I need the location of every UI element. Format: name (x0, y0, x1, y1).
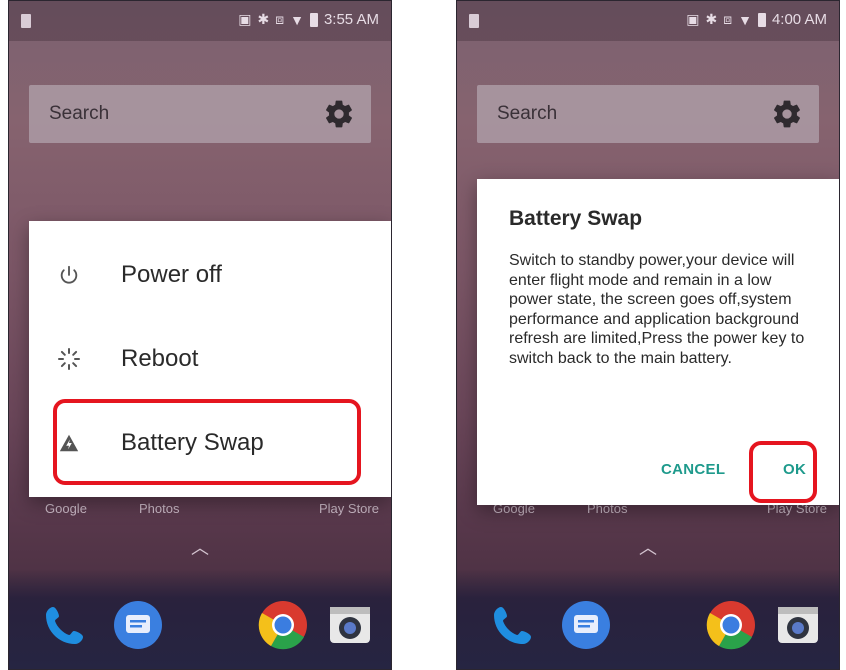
vibrate-icon: ⧈ (723, 11, 733, 27)
dialog-title: Battery Swap (509, 207, 643, 230)
highlight-box-ok (749, 441, 817, 503)
nfc-icon: ▣ (686, 11, 700, 27)
chevron-up-icon[interactable]: ︿ (639, 534, 657, 560)
chrome-app-icon[interactable] (257, 599, 309, 651)
reboot-icon (57, 347, 81, 371)
power-icon (57, 263, 81, 287)
phone-screen-right: ▣ ✱ ⧈ ▼ 4:00 AM Search Google Photos Pla… (456, 0, 840, 670)
status-icons: ▣ ✱ ⧈ ▼ 3:55 AM (238, 11, 379, 28)
phone-app-icon[interactable] (39, 599, 91, 651)
wifi-icon: ▼ (290, 11, 304, 28)
highlight-box-battery-swap (53, 399, 361, 485)
menu-item-power-off[interactable]: Power off (29, 233, 391, 317)
menu-item-label: Reboot (121, 345, 199, 372)
search-input[interactable]: Search (49, 103, 109, 125)
app-label-google[interactable]: Google (45, 501, 87, 516)
messages-app-icon[interactable] (560, 599, 612, 651)
status-bar: ▣ ✱ ⧈ ▼ 4:00 AM (457, 1, 839, 41)
app-labels-row: Google Photos Play Store (9, 501, 391, 523)
camera-app-icon[interactable] (772, 599, 824, 651)
camera-app-icon[interactable] (324, 599, 376, 651)
sim-card-icon (469, 14, 479, 28)
cancel-button[interactable]: CANCEL (661, 461, 725, 478)
search-bar[interactable]: Search (29, 85, 371, 143)
chrome-app-icon[interactable] (705, 599, 757, 651)
dock (9, 569, 391, 669)
status-bar: ▣ ✱ ⧈ ▼ 3:55 AM (9, 1, 391, 41)
battery-icon (757, 12, 766, 27)
menu-item-reboot[interactable]: Reboot (29, 317, 391, 401)
gear-icon[interactable] (771, 98, 803, 130)
vibrate-icon: ⧈ (275, 11, 285, 27)
nfc-icon: ▣ (238, 11, 252, 27)
dialog-message: Switch to standby power,your device will… (509, 252, 805, 367)
menu-item-label: Power off (121, 261, 222, 288)
bluetooth-icon: ✱ (705, 11, 718, 27)
search-bar[interactable]: Search (477, 85, 819, 143)
status-time: 3:55 AM (323, 11, 379, 28)
status-icons: ▣ ✱ ⧈ ▼ 4:00 AM (686, 11, 827, 28)
dock (457, 569, 839, 669)
phone-app-icon[interactable] (487, 599, 539, 651)
app-label-play-store[interactable]: Play Store (319, 501, 379, 516)
phone-screen-left: ▣ ✱ ⧈ ▼ 3:55 AM Search Google Photos Pla… (8, 0, 392, 670)
status-time: 4:00 AM (771, 11, 827, 28)
wifi-icon: ▼ (738, 11, 752, 28)
battery-icon (309, 12, 318, 27)
app-label-photos[interactable]: Photos (139, 501, 179, 516)
bluetooth-icon: ✱ (257, 11, 270, 27)
gear-icon[interactable] (323, 98, 355, 130)
sim-card-icon (21, 14, 31, 28)
messages-app-icon[interactable] (112, 599, 164, 651)
search-input[interactable]: Search (497, 103, 557, 125)
chevron-up-icon[interactable]: ︿ (191, 534, 209, 560)
